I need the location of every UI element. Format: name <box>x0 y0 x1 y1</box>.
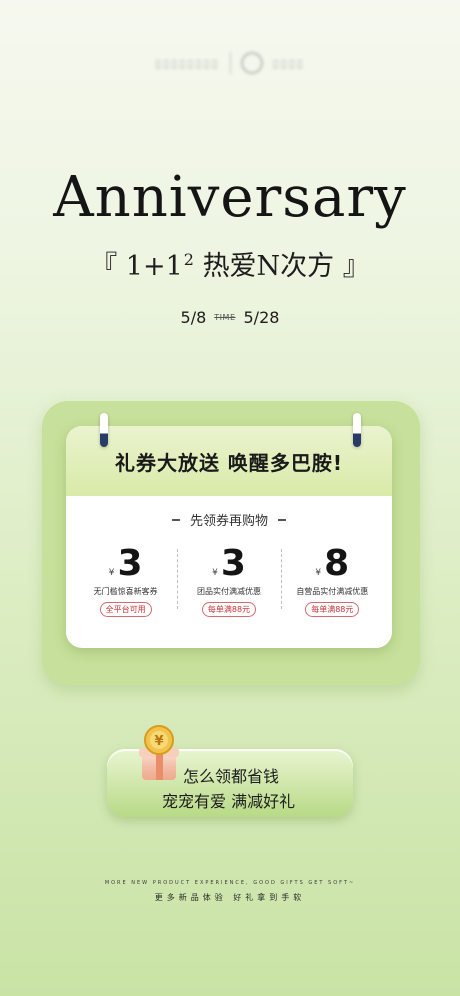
coupon-description: 无门槛惊喜新客券 <box>93 587 158 596</box>
binder-ring-left <box>100 413 108 447</box>
coupon-value: 3 <box>117 543 143 584</box>
coupon-condition-tag: 全平台可用 <box>99 602 152 617</box>
card-subtitle: 先领券再购物 <box>189 514 268 529</box>
card-subtitle-row: 先领券再购物 <box>66 510 392 529</box>
coupon-description: 团品实付满减优惠 <box>196 587 261 596</box>
brand-logo-bar: ▯▯▯▯▯▯▯▯ ▯▯▯▯ <box>0 48 460 78</box>
footer-chinese: 更多新品体验 好礼拿到手软 <box>154 893 306 902</box>
dash-left <box>171 518 180 521</box>
coupon-amount: ¥ 8 <box>315 545 349 583</box>
promo-line-2: 宠宠有爱 满减好礼 <box>162 792 296 811</box>
coupon-card: 礼券大放送 唤醒多巴胺! 先领券再购物 ¥ 3 无门槛惊喜新客券 全平台可用 ¥… <box>66 426 392 648</box>
end-date: 5/28 <box>243 308 280 327</box>
start-date: 5/8 <box>180 308 207 327</box>
card-title: 礼券大放送 唤醒多巴胺! <box>66 426 392 496</box>
coupon-item[interactable]: ¥ 3 无门槛惊喜新客券 全平台可用 <box>74 545 177 617</box>
currency-symbol: ¥ <box>212 568 218 578</box>
coupon-amount: ¥ 3 <box>109 545 143 583</box>
brand-seal-icon <box>240 52 263 74</box>
subtitle: 『 1+12 热爱N次方 』 <box>0 244 460 283</box>
coupon-condition-tag: 每单满88元 <box>305 602 360 617</box>
subtitle-superscript: 2 <box>183 250 194 269</box>
coupon-condition-tag: 每单满88元 <box>201 602 257 617</box>
footer-english: MORE NEW PRODUCT EXPERIENCE, GOOD GIFTS … <box>104 880 356 886</box>
brand-name-blurred: ▯▯▯▯▯▯▯▯ <box>155 56 220 70</box>
coupon-item[interactable]: ¥ 3 团品实付满减优惠 每单满88元 <box>177 545 280 617</box>
logo-divider <box>229 52 231 74</box>
coupon-amount: ¥ 3 <box>212 545 246 583</box>
coupon-value: 8 <box>324 543 350 584</box>
dash-right <box>278 518 286 521</box>
subtitle-open-bracket: 『 <box>90 251 118 282</box>
coupon-item[interactable]: ¥ 8 自营品实付满减优惠 每单满88元 <box>280 545 384 617</box>
currency-symbol: ¥ <box>108 568 115 578</box>
time-separator: TIME <box>214 313 236 322</box>
currency-symbol: ¥ <box>315 568 322 578</box>
subtitle-close-bracket: 』 <box>342 251 370 282</box>
event-dates: 5/8 TIME 5/28 <box>0 308 460 327</box>
headline: Anniversary <box>53 165 407 230</box>
subtitle-prefix: 1+1 <box>125 251 183 282</box>
coupon-value: 3 <box>220 543 246 584</box>
binder-ring-right <box>353 413 361 447</box>
gift-box-icon: ¥ <box>139 725 179 780</box>
promo-line-1: 怎么领都省钱 <box>183 767 280 786</box>
brand-subname-blurred: ▯▯▯▯ <box>272 56 305 70</box>
coupon-list: ¥ 3 无门槛惊喜新客券 全平台可用 ¥ 3 团品实付满减优惠 每单满88元 ¥… <box>66 545 392 617</box>
subtitle-suffix: 热爱N次方 <box>202 251 335 282</box>
svg-text:¥: ¥ <box>154 734 163 749</box>
coupon-description: 自营品实付满减优惠 <box>296 587 369 596</box>
